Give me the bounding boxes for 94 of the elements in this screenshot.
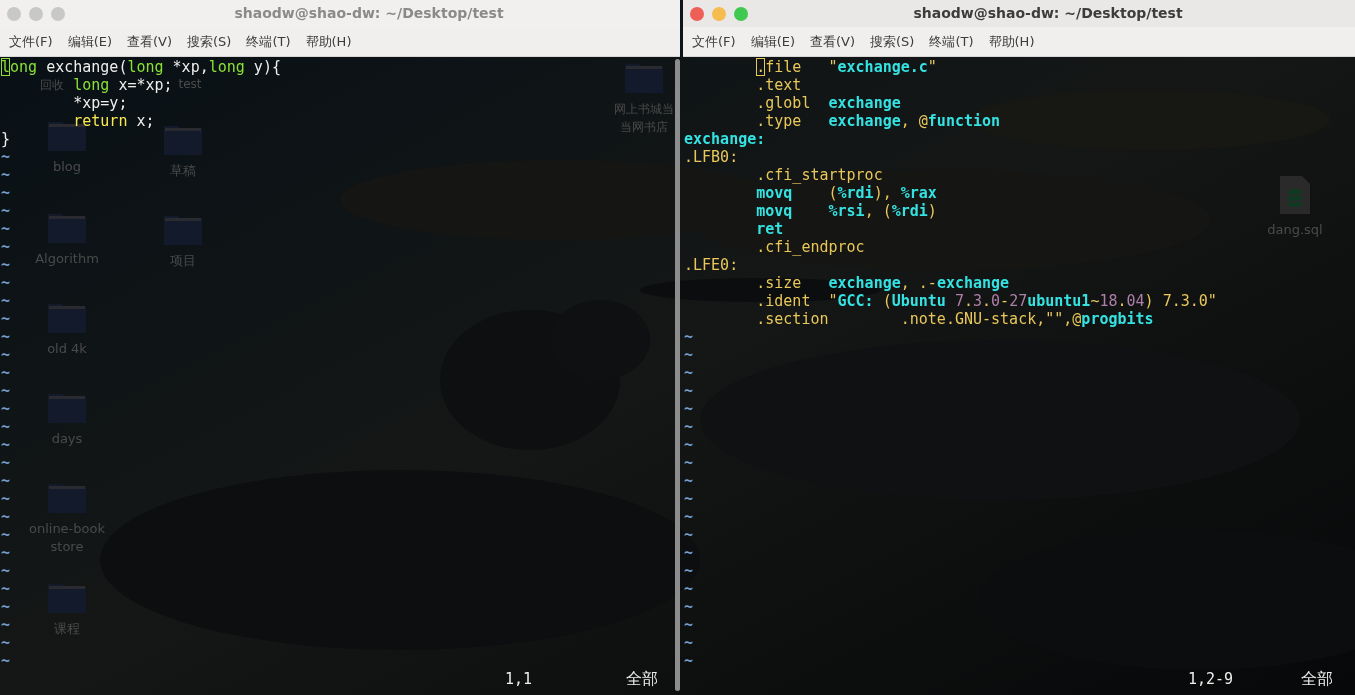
empty-line-marker: ~ [1,472,11,490]
empty-line-marker: ~ [1,184,11,202]
code-line: .LFB0: [684,148,739,166]
empty-line-marker: ~ [684,526,694,544]
empty-line-marker: ~ [684,346,694,364]
empty-line-marker: ~ [1,202,11,220]
empty-line-marker: ~ [1,544,11,562]
code-line: } [1,130,11,148]
window-title: shaodw@shao-dw: ~/Desktop/test [234,4,504,23]
menu-item[interactable]: 搜索(S) [870,31,915,52]
empty-line-marker: ~ [1,220,11,238]
empty-line-marker: ~ [684,508,694,526]
menu-item[interactable]: 终端(T) [246,31,291,52]
code-line: movq %rsi, (%rdi) [756,202,937,220]
empty-line-marker: ~ [1,292,11,310]
empty-line-marker: ~ [684,436,694,454]
code-line: .LFE0: [684,256,739,274]
code-line: return x; [73,112,155,130]
minimize-button[interactable] [29,6,43,21]
menu-item[interactable]: 终端(T) [929,31,974,52]
code-line: long exchange(long *xp,long y){ [1,58,281,76]
window-title: shaodw@shao-dw: ~/Desktop/test [913,4,1183,23]
code-line: .section .note.GNU-stack,"",@progbits [756,310,1154,328]
empty-line-marker: ~ [1,508,11,526]
menu-item[interactable]: 文件(F) [692,31,736,52]
code-line: *xp=y; [73,94,128,112]
empty-line-marker: ~ [1,436,11,454]
code-line: long x=*xp; [73,76,173,94]
menu-item[interactable]: 文件(F) [9,31,53,52]
empty-line-marker: ~ [1,652,11,670]
empty-line-marker: ~ [684,328,694,346]
code-line: .file "exchange.c" [756,58,937,76]
empty-line-marker: ~ [684,580,694,598]
empty-line-marker: ~ [1,238,11,256]
empty-line-marker: ~ [1,364,11,382]
empty-line-marker: ~ [1,328,11,346]
minimize-button[interactable] [712,6,726,21]
scrollbar[interactable] [675,59,680,691]
menu-item[interactable]: 编辑(E) [67,31,112,52]
empty-line-marker: ~ [1,418,11,436]
empty-line-marker: ~ [684,634,694,652]
empty-line-marker: ~ [1,166,11,184]
empty-line-marker: ~ [1,400,11,418]
empty-line-marker: ~ [684,454,694,472]
menu-item[interactable]: 编辑(E) [750,31,795,52]
empty-line-marker: ~ [1,148,11,166]
code-line: .globl exchange [756,94,901,112]
empty-line-marker: ~ [684,364,694,382]
empty-line-marker: ~ [1,454,11,472]
empty-line-marker: ~ [1,616,11,634]
empty-line-marker: ~ [1,580,11,598]
cursor-position: 1,2-9 [1188,670,1234,688]
cursor-position: 1,1 [505,670,533,688]
empty-line-marker: ~ [1,310,11,328]
scroll-position: 全部 [1301,670,1333,688]
code-line: .cfi_endproc [756,238,865,256]
empty-line-marker: ~ [684,382,694,400]
empty-line-marker: ~ [684,562,694,580]
empty-line-marker: ~ [1,256,11,274]
empty-line-marker: ~ [1,562,11,580]
menu-item[interactable]: 搜索(S) [187,31,232,52]
empty-line-marker: ~ [684,544,694,562]
code-line: .text [756,76,802,94]
empty-line-marker: ~ [684,652,694,670]
code-line: movq (%rdi), %rax [756,184,937,202]
menu-item[interactable]: 帮助(H) [988,31,1035,52]
code-line: .type exchange, @function [756,112,1001,130]
database-file-icon [1279,175,1311,215]
maximize-button[interactable] [51,6,65,21]
menu-item[interactable]: 查看(V) [810,31,856,52]
code-line: ret [756,220,784,238]
menu-item[interactable]: 查看(V) [127,31,173,52]
empty-line-marker: ~ [684,598,694,616]
empty-line-marker: ~ [1,490,11,508]
empty-line-marker: ~ [1,526,11,544]
empty-line-marker: ~ [1,274,11,292]
empty-line-marker: ~ [684,418,694,436]
empty-line-marker: ~ [1,382,11,400]
empty-line-marker: ~ [1,634,11,652]
scroll-position: 全部 [626,670,658,688]
close-button[interactable] [690,6,704,21]
empty-line-marker: ~ [684,400,694,418]
empty-line-marker: ~ [684,490,694,508]
empty-line-marker: ~ [684,472,694,490]
code-line: .ident "GCC: (Ubuntu 7.3.0-27ubuntu1~18.04) 7.3.0" [756,292,1217,310]
close-button[interactable] [7,6,21,21]
empty-line-marker: ~ [684,616,694,634]
empty-line-marker: ~ [1,346,11,364]
code-line: .size exchange, .-exchange [756,274,1010,292]
empty-line-marker: ~ [1,598,11,616]
code-line: .cfi_startproc [756,166,883,184]
menu-item[interactable]: 帮助(H) [305,31,352,52]
maximize-button[interactable] [734,6,748,21]
code-line: exchange: [684,130,766,148]
